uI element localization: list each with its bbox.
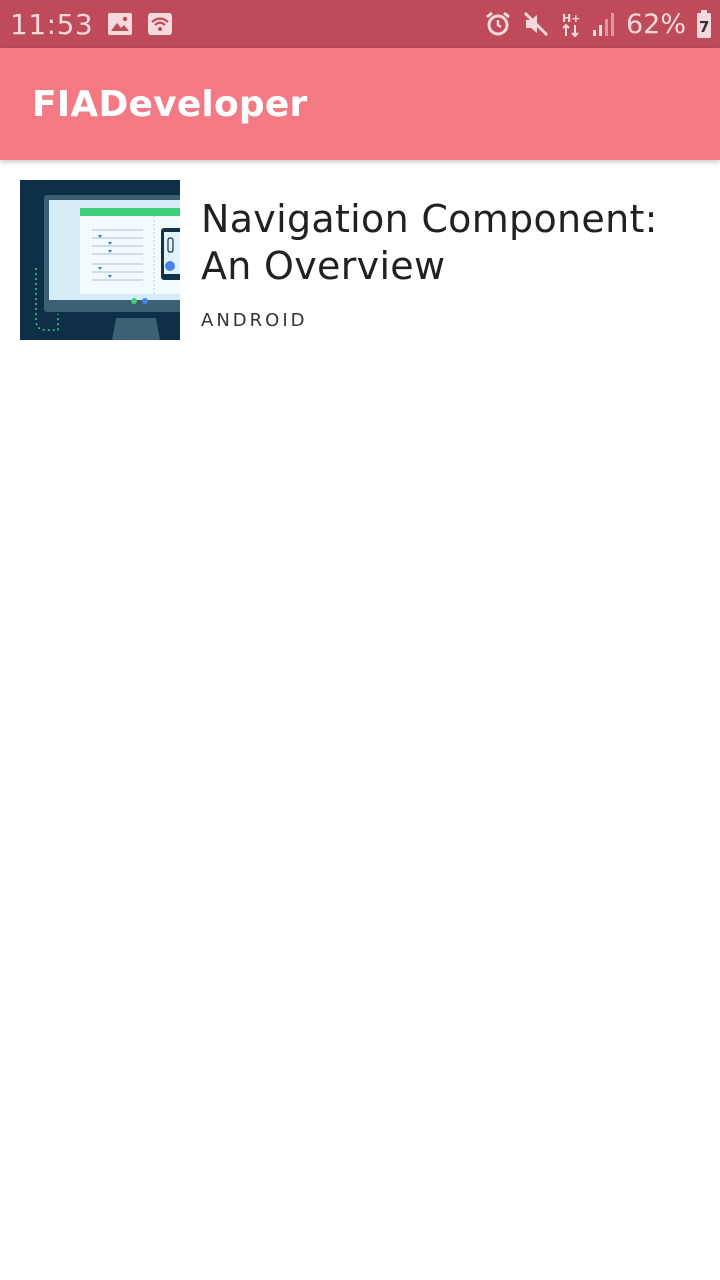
hplus-data-icon: H+: [560, 10, 582, 38]
signal-icon: [592, 11, 616, 37]
list-item[interactable]: Navigation Component: An Overview ANDROI…: [0, 160, 720, 340]
battery-level-glyph: 7: [699, 18, 710, 36]
article-title: Navigation Component: An Overview: [201, 197, 658, 288]
mute-icon: [522, 10, 550, 38]
alarm-icon: [484, 10, 512, 38]
app-bar: FIADeveloper: [0, 48, 720, 160]
image-icon: [107, 12, 133, 36]
article-list: Navigation Component: An Overview ANDROI…: [0, 160, 720, 340]
wifi-hotspot-icon: [147, 12, 173, 36]
app-title: FIADeveloper: [32, 83, 308, 125]
svg-text:H+: H+: [562, 12, 580, 25]
battery-percentage: 62%: [625, 8, 686, 40]
status-bar: 11:53 H+ 62% 7: [0, 0, 720, 48]
battery-icon: 7: [696, 9, 712, 39]
article-category: ANDROID: [201, 310, 308, 331]
navigation-illustration-thumbnail: [20, 180, 180, 340]
status-time: 11:53: [10, 7, 94, 41]
